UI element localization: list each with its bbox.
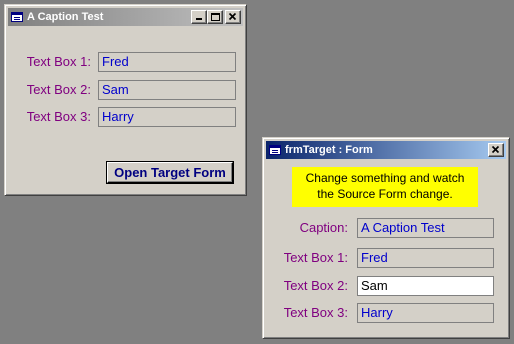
source-textbox3-label: Text Box 3:	[26, 109, 91, 124]
form-icon[interactable]	[11, 12, 23, 22]
instruction-note: Change something and watch the Source Fo…	[292, 167, 478, 207]
target-textbox1-label: Text Box 1:	[283, 250, 348, 265]
target-textbox2-field[interactable]: Sam	[357, 276, 494, 296]
source-textbox2-label: Text Box 2:	[26, 82, 91, 97]
source-form-title: A Caption Test	[27, 11, 104, 23]
minimize-button[interactable]	[191, 10, 207, 24]
instruction-note-line2: the Source Form change.	[317, 187, 453, 201]
target-textbox3-label: Text Box 3:	[283, 305, 348, 320]
source-textbox2-field[interactable]: Sam	[98, 80, 236, 100]
target-textbox2-label: Text Box 2:	[283, 278, 348, 293]
target-form-window[interactable]: frmTarget : Form Change something and wa…	[262, 137, 510, 339]
source-form-window[interactable]: A Caption Test Text Box 1: Fred Text Box…	[4, 4, 247, 196]
source-textbox1-label: Text Box 1:	[26, 54, 91, 69]
target-caption-field[interactable]: A Caption Test	[357, 218, 494, 238]
source-textbox1-field[interactable]: Fred	[98, 52, 236, 72]
target-form-titlebar[interactable]: frmTarget : Form	[266, 141, 506, 159]
target-caption-label: Caption:	[299, 220, 348, 235]
target-textbox1-field[interactable]: Fred	[357, 248, 494, 268]
maximize-button[interactable]	[207, 10, 223, 24]
close-button[interactable]	[225, 10, 241, 24]
target-textbox3-field[interactable]: Harry	[357, 303, 494, 323]
form-icon[interactable]	[269, 145, 281, 155]
source-form-titlebar[interactable]: A Caption Test	[8, 8, 243, 26]
close-button[interactable]	[488, 143, 504, 157]
maximize-icon	[211, 13, 220, 21]
target-form-title: frmTarget : Form	[285, 144, 373, 156]
source-textbox3-field[interactable]: Harry	[98, 107, 236, 127]
close-icon	[491, 145, 500, 154]
close-icon	[228, 12, 237, 21]
open-target-form-button[interactable]: Open Target Form	[107, 162, 233, 183]
instruction-note-line1: Change something and watch	[305, 171, 465, 185]
minimize-icon	[196, 18, 202, 20]
